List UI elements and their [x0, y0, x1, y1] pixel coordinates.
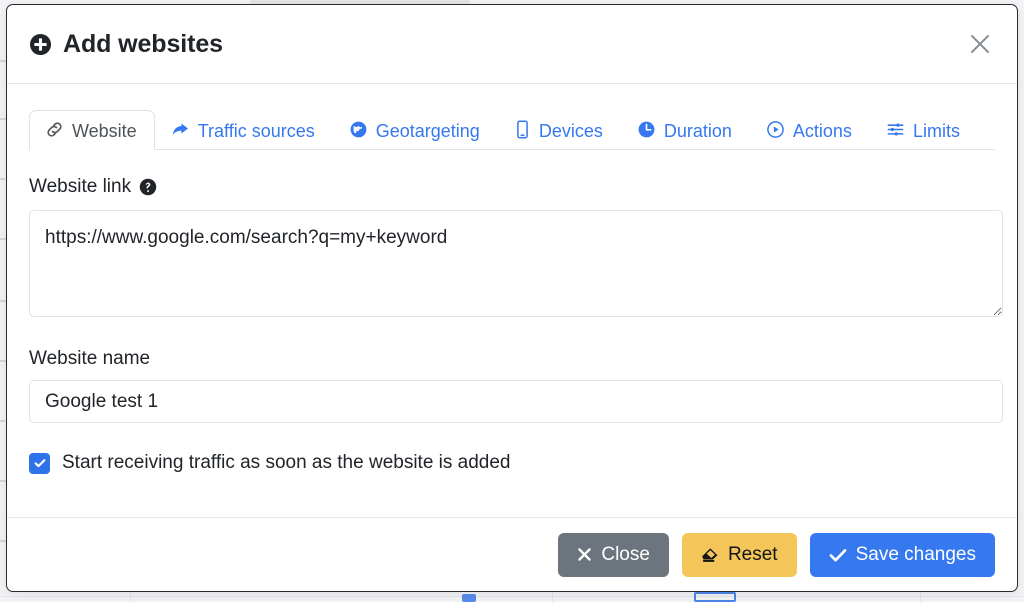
tab-label: Actions: [792, 120, 852, 141]
reset-button[interactable]: Reset: [681, 532, 797, 577]
save-changes-button[interactable]: Save changes: [809, 532, 995, 577]
tab-devices[interactable]: Devices: [498, 110, 621, 150]
save-button-label: Save changes: [855, 544, 976, 565]
page-title: Add websites: [29, 30, 223, 59]
link-icon: [45, 120, 64, 139]
tab-label: Traffic sources: [197, 120, 315, 141]
background-accent: [694, 592, 736, 602]
plus-circle-icon: [29, 33, 52, 56]
tab-duration[interactable]: Duration: [621, 110, 750, 150]
add-websites-dialog: Add websites Website Traffic sources Geo…: [6, 4, 1018, 592]
background-strip: [0, 596, 1024, 597]
clock-icon: [637, 120, 656, 139]
start-traffic-row[interactable]: Start receiving traffic as soon as the w…: [29, 452, 995, 474]
close-icon[interactable]: [965, 29, 995, 59]
start-traffic-label: Start receiving traffic as soon as the w…: [62, 452, 511, 473]
start-traffic-checkbox[interactable]: [29, 452, 50, 474]
reset-button-label: Reset: [727, 544, 778, 565]
eraser-icon: [701, 547, 719, 563]
background-strip: [552, 592, 553, 602]
sliders-icon: [886, 120, 905, 139]
tab-actions[interactable]: Actions: [750, 110, 870, 150]
website-link-label: Website link: [29, 176, 995, 198]
checkmark-icon: [829, 547, 847, 563]
mobile-icon: [514, 120, 531, 139]
background-strip: [920, 592, 921, 602]
tab-bar: Website Traffic sources Geotargeting Dev…: [29, 104, 995, 150]
tab-label: Limits: [912, 120, 960, 141]
dialog-header: Add websites: [7, 5, 1017, 84]
tab-label: Website: [72, 120, 137, 141]
close-button[interactable]: Close: [558, 532, 669, 577]
close-x-icon: [577, 547, 592, 562]
background-accent: [462, 594, 476, 602]
tab-label: Geotargeting: [375, 120, 480, 141]
dialog-title-text: Add websites: [63, 29, 223, 58]
website-link-input[interactable]: [29, 210, 1003, 317]
play-circle-icon: [766, 120, 785, 139]
tab-website[interactable]: Website: [29, 110, 155, 150]
dialog-footer: Close Reset Save changes: [7, 517, 1017, 591]
tab-limits[interactable]: Limits: [870, 110, 978, 150]
close-button-label: Close: [601, 544, 650, 565]
website-link-label-text: Website link: [29, 176, 132, 197]
globe-icon: [349, 120, 368, 139]
help-circle-icon[interactable]: [139, 178, 157, 196]
website-name-input[interactable]: [29, 380, 1003, 423]
tab-label: Devices: [538, 120, 603, 141]
tab-geotargeting[interactable]: Geotargeting: [333, 110, 498, 150]
website-name-label: Website name: [29, 348, 151, 369]
background-strip: [130, 592, 131, 602]
tab-label: Duration: [663, 120, 732, 141]
share-arrow-icon: [171, 120, 190, 139]
tab-traffic-sources[interactable]: Traffic sources: [155, 110, 333, 150]
dialog-body: Website Traffic sources Geotargeting Dev…: [7, 84, 1017, 517]
